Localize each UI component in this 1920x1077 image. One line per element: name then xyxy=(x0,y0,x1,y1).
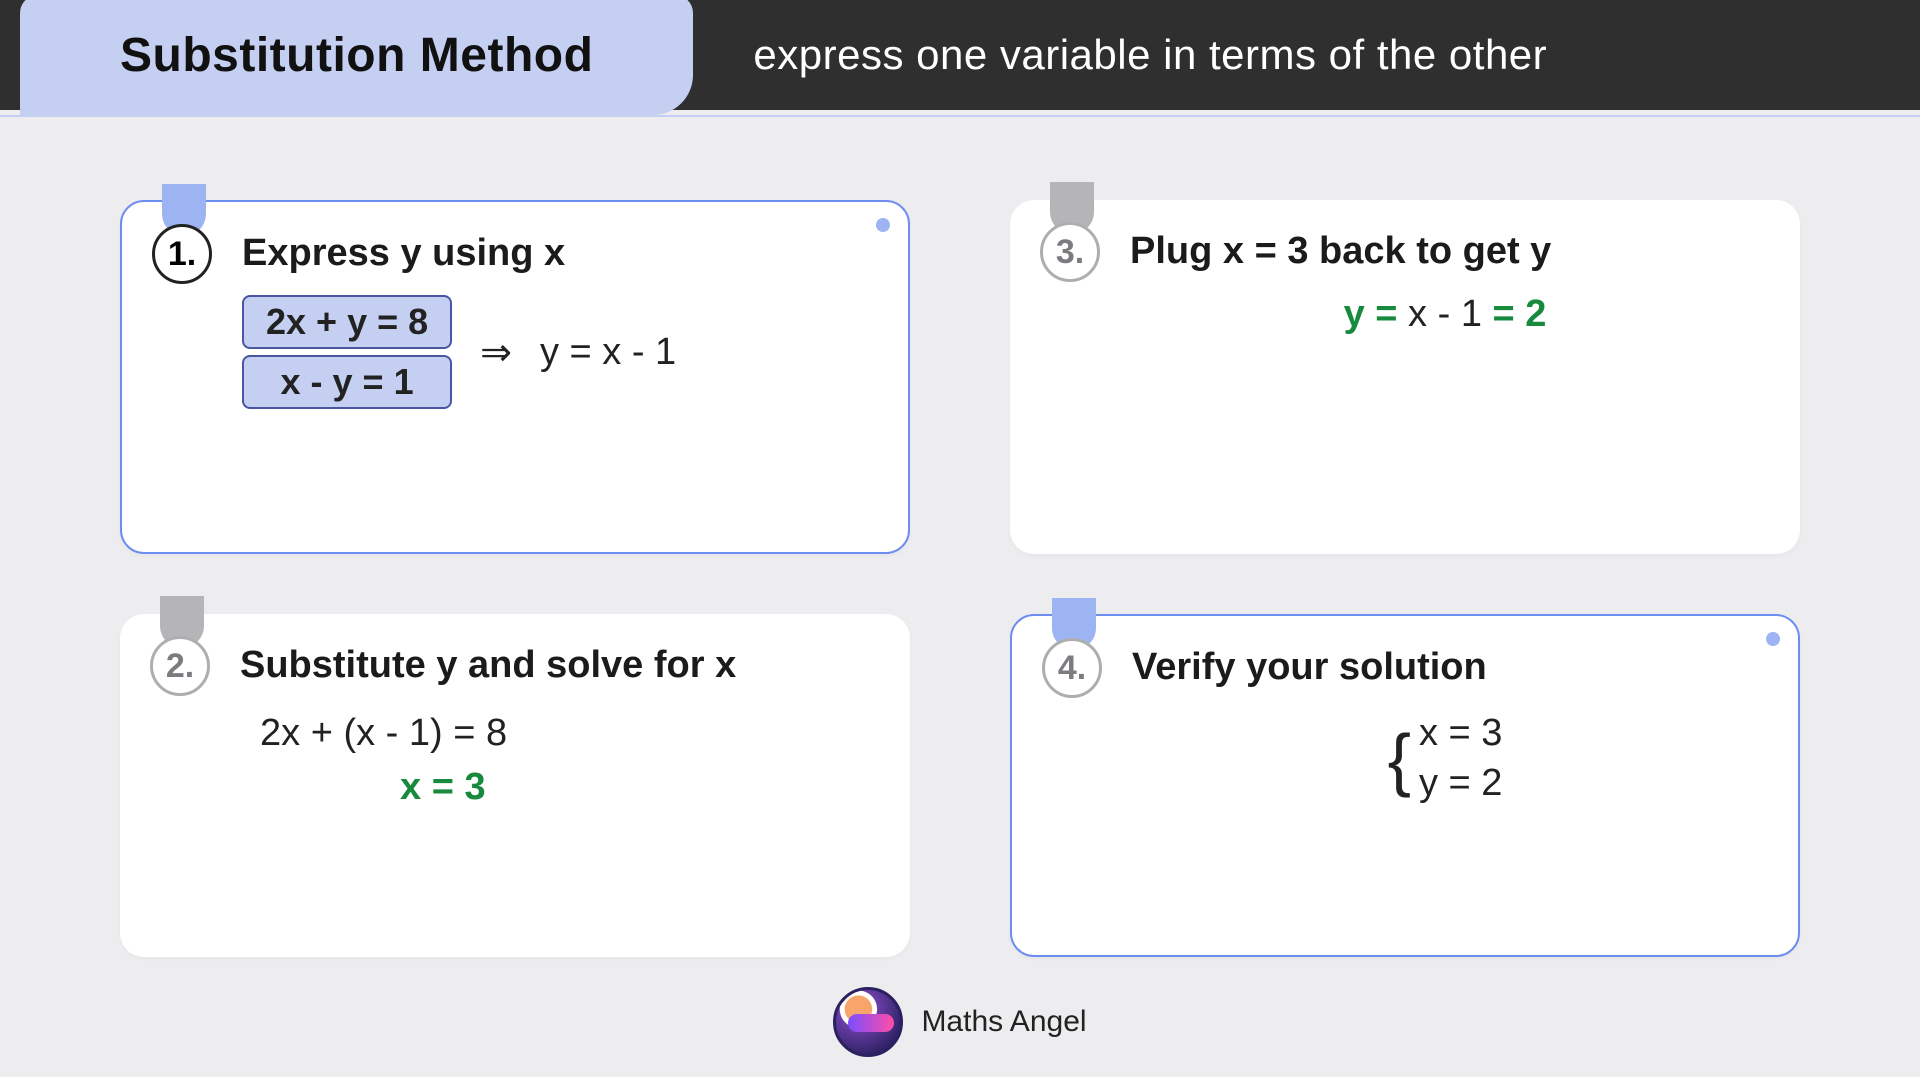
brace-icon: { xyxy=(1388,731,1411,787)
eq-line-2: x = 3 xyxy=(400,761,870,814)
eq-x-minus-1: x - 1 xyxy=(1408,293,1492,335)
step-1-equations: 2x + y = 8 x - y = 1 ⇒ y = x - 1 xyxy=(242,295,868,409)
slide-stage: Substitution Method express one variable… xyxy=(0,0,1920,1077)
brand-avatar-icon xyxy=(833,987,903,1057)
page-title: Substitution Method xyxy=(120,28,593,83)
solution-x: x = 3 xyxy=(1419,709,1502,758)
title-tab: Substitution Method xyxy=(20,0,693,115)
equation-box-2: x - y = 1 xyxy=(242,355,452,409)
step-title-2: Substitute y and solve for x xyxy=(240,644,870,687)
cards-grid: 1. Express y using x 2x + y = 8 x - y = … xyxy=(0,160,1920,957)
header-bar: Substitution Method express one variable… xyxy=(0,0,1920,110)
step-2-equations: 2x + (x - 1) = 8 x = 3 xyxy=(240,707,870,813)
step-number-2: 2. xyxy=(150,636,210,696)
step-title-1: Express y using x xyxy=(242,232,868,275)
eq-line-1: 2x + (x - 1) = 8 xyxy=(260,707,870,760)
step-card-2: 2. Substitute y and solve for x 2x + (x … xyxy=(120,614,910,957)
step-card-3: 3. Plug x = 3 back to get y y = x - 1 = … xyxy=(1010,200,1800,554)
step-number-4: 4. xyxy=(1042,638,1102,698)
divider xyxy=(0,115,1920,117)
brand-name: Maths Angel xyxy=(921,1005,1086,1039)
equation-result-1: y = x - 1 xyxy=(540,331,676,374)
step-card-4: 4. Verify your solution { x = 3 y = 2 xyxy=(1010,614,1800,957)
implies-arrow: ⇒ xyxy=(480,330,512,375)
step-title-4: Verify your solution xyxy=(1132,646,1758,689)
eq-y-equals: y = xyxy=(1344,293,1398,335)
step-4-solution: { x = 3 y = 2 xyxy=(1132,709,1758,808)
eq-equals-2: = 2 xyxy=(1493,293,1547,335)
step-3-equation: y = x - 1 = 2 xyxy=(1130,293,1760,336)
solution-y: y = 2 xyxy=(1419,759,1502,808)
step-title-3: Plug x = 3 back to get y xyxy=(1130,230,1760,273)
step-number-3: 3. xyxy=(1040,222,1100,282)
equation-box-1: 2x + y = 8 xyxy=(242,295,452,349)
step-card-1: 1. Express y using x 2x + y = 8 x - y = … xyxy=(120,200,910,554)
page-subtitle: express one variable in terms of the oth… xyxy=(753,31,1547,79)
step-number-1: 1. xyxy=(152,224,212,284)
footer: Maths Angel xyxy=(0,987,1920,1057)
